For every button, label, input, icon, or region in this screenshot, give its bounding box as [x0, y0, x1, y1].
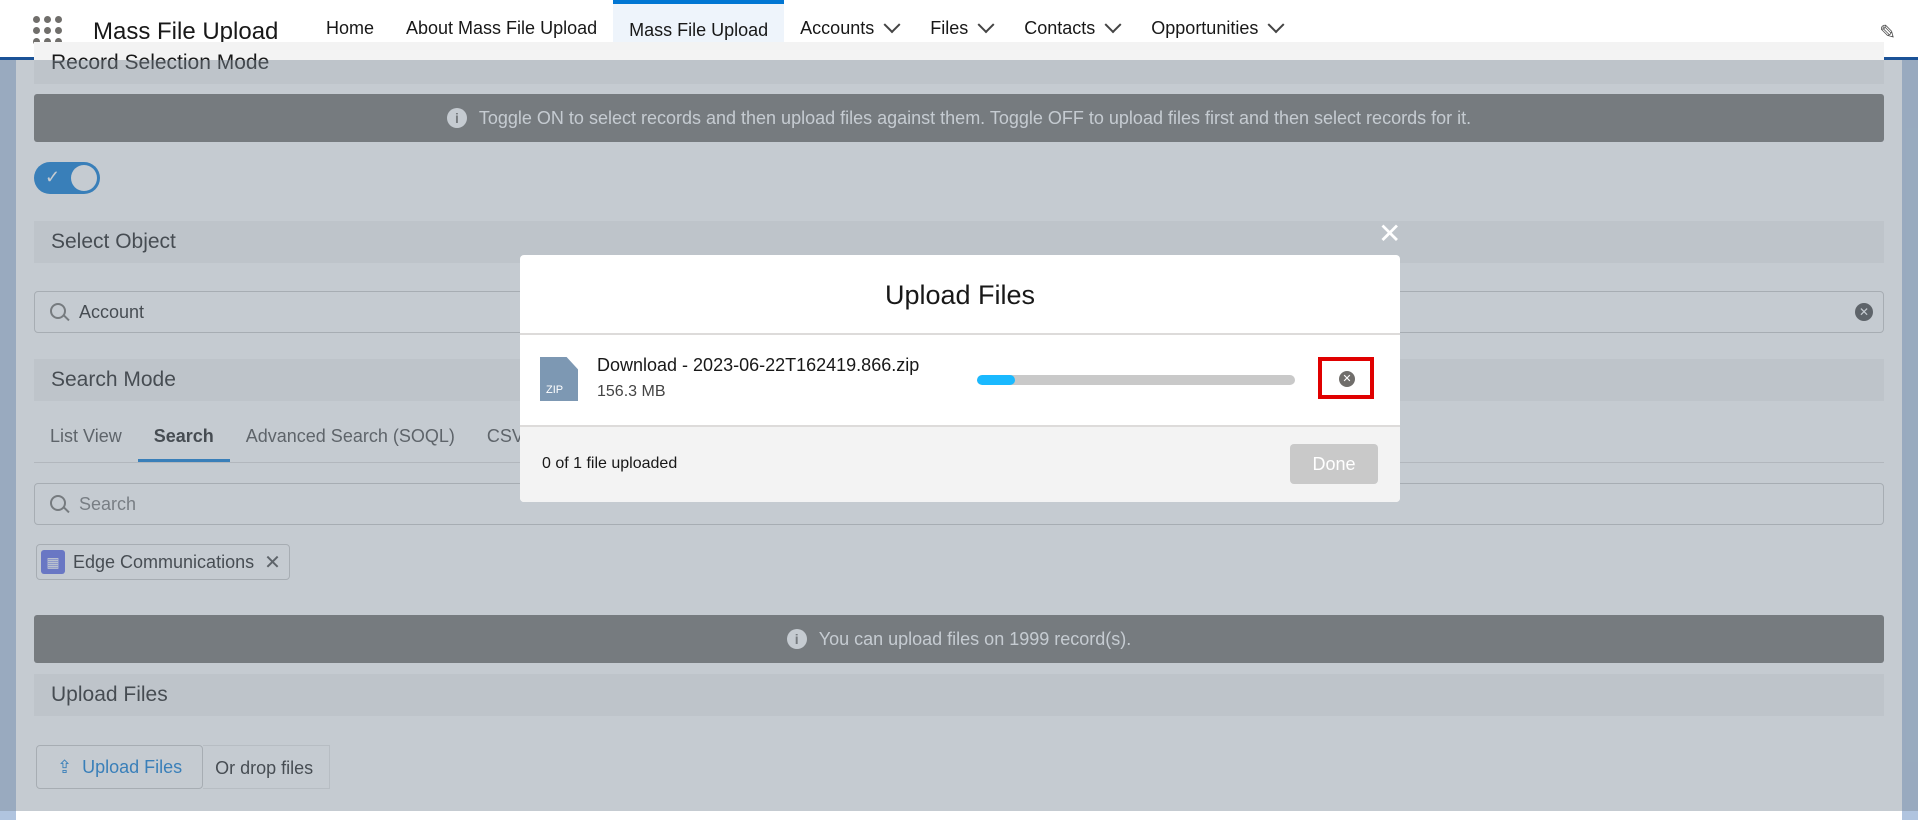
chevron-down-icon[interactable]	[1104, 15, 1122, 33]
upload-files-modal: Upload Files ZIP Download - 2023-06-22T1…	[520, 255, 1400, 502]
nav-item-label: Opportunities	[1151, 18, 1259, 38]
file-row: ZIP Download - 2023-06-22T162419.866.zip…	[520, 335, 1400, 427]
chevron-down-icon[interactable]	[1267, 15, 1285, 33]
modal-footer: 0 of 1 file uploaded Done	[520, 427, 1400, 502]
done-button[interactable]: Done	[1290, 444, 1378, 484]
modal-title: Upload Files	[520, 255, 1400, 335]
chevron-down-icon[interactable]	[883, 15, 901, 33]
chevron-down-icon[interactable]	[977, 15, 995, 33]
upload-progress-fill	[977, 375, 1016, 385]
nav-item-label: About Mass File Upload	[406, 18, 598, 38]
nav-item-label: Accounts	[800, 18, 875, 38]
nav-item-label: Mass File Upload	[629, 20, 769, 40]
close-icon[interactable]: ✕	[1378, 220, 1401, 248]
file-name: Download - 2023-06-22T162419.866.zip	[597, 355, 920, 375]
nav-item-label: Files	[930, 18, 969, 38]
upload-status-text: 0 of 1 file uploaded	[542, 455, 678, 472]
zip-file-icon: ZIP	[540, 357, 578, 401]
file-type-label: ZIP	[546, 384, 564, 396]
nav-item-label: Home	[326, 18, 375, 38]
nav-item-label: Contacts	[1024, 18, 1096, 38]
file-size: 156.3 MB	[597, 383, 666, 400]
upload-progress-bar	[977, 375, 1295, 385]
cancel-upload-icon[interactable]: ✕	[1339, 371, 1355, 387]
cancel-upload-highlight: ✕	[1318, 357, 1374, 399]
